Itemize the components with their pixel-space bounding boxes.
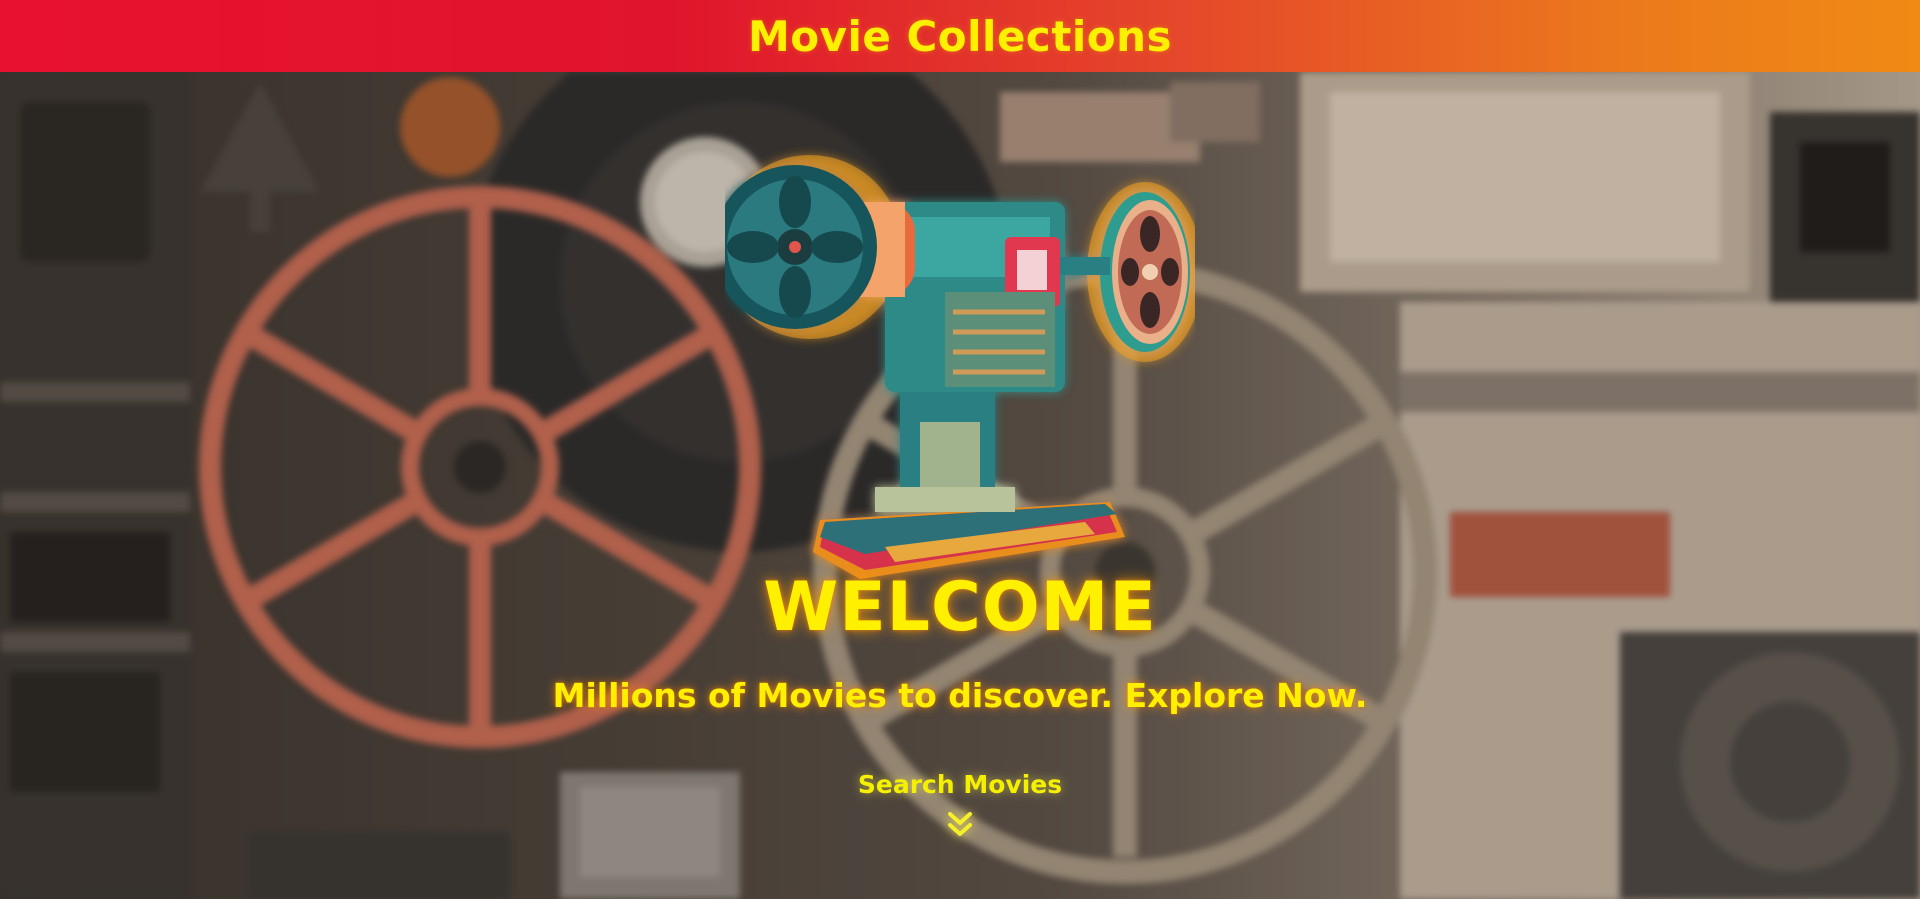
hero-section: WELCOME Millions of Movies to discover. … [0,72,1920,899]
site-title: Movie Collections [747,11,1173,61]
film-projector-icon [725,155,1195,579]
welcome-heading: WELCOME [763,568,1157,647]
hero-tagline: Millions of Movies to discover. Explore … [552,676,1368,715]
top-header-bar: Movie Collections [0,0,1920,72]
double-chevron-down-icon[interactable] [946,810,974,840]
search-movies-link[interactable]: Search Movies [810,770,1110,799]
landing-page: Movie Collections WELCOME Millions of Mo… [0,0,1920,899]
